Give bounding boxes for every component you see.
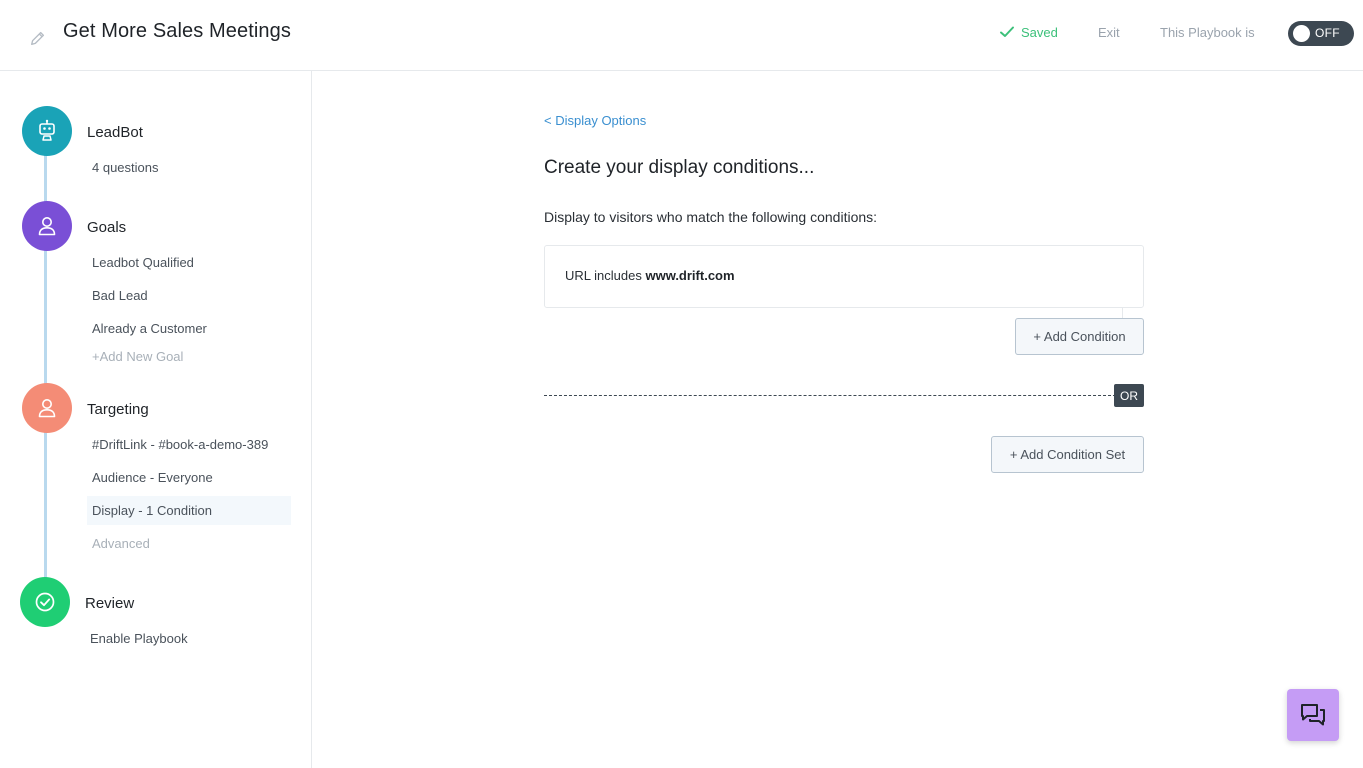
step-review-circle[interactable] <box>20 577 70 627</box>
conditions-description: Display to visitors who match the follow… <box>544 209 878 225</box>
step-goals-circle[interactable] <box>22 201 72 251</box>
pencil-icon[interactable] <box>29 29 47 47</box>
add-new-goal-link[interactable]: +Add New Goal <box>92 349 183 364</box>
step-title-review[interactable]: Review <box>85 595 134 612</box>
page-heading: Create your display conditions... <box>544 157 815 178</box>
connector-line <box>1122 308 1123 318</box>
playbook-status-label: This Playbook is <box>1160 25 1255 40</box>
or-badge: OR <box>1114 384 1144 407</box>
playbook-title[interactable]: Get More Sales Meetings <box>63 20 291 43</box>
exit-link[interactable]: Exit <box>1098 25 1120 40</box>
back-to-display-options-link[interactable]: < Display Options <box>544 113 646 128</box>
chat-launcher-button[interactable] <box>1287 689 1339 741</box>
step-item-advanced[interactable]: Advanced <box>92 536 150 551</box>
condition-text: URL includes www.drift.com <box>565 268 735 283</box>
step-item-driftlink[interactable]: #DriftLink - #book-a-demo-389 <box>92 437 268 452</box>
chat-bubbles-icon <box>1301 704 1325 726</box>
playbook-toggle[interactable]: OFF <box>1288 21 1354 46</box>
timeline-line <box>44 126 47 606</box>
saved-status: Saved <box>999 24 1058 40</box>
step-title-targeting[interactable]: Targeting <box>87 401 149 418</box>
saved-label: Saved <box>1021 24 1058 40</box>
add-condition-set-button[interactable]: + Add Condition Set <box>991 436 1144 473</box>
condition-row[interactable]: URL includes www.drift.com <box>544 245 1144 308</box>
step-item-goal-leadbot-qualified[interactable]: Leadbot Qualified <box>92 255 194 270</box>
step-item-leadbot-questions[interactable]: 4 questions <box>92 160 159 175</box>
step-item-enable-playbook[interactable]: Enable Playbook <box>90 631 188 646</box>
user-icon <box>38 217 56 236</box>
or-divider-line <box>544 395 1116 396</box>
toggle-label: OFF <box>1315 26 1340 40</box>
robot-icon <box>39 119 55 141</box>
top-header: Get More Sales Meetings Saved Exit This … <box>0 0 1363 71</box>
step-targeting-circle[interactable] <box>22 383 72 433</box>
step-title-goals[interactable]: Goals <box>87 219 126 236</box>
step-item-goal-bad-lead[interactable]: Bad Lead <box>92 288 148 303</box>
step-item-display-active[interactable]: Display - 1 Condition <box>87 496 291 525</box>
condition-value: www.drift.com <box>645 268 735 283</box>
step-leadbot-circle[interactable] <box>22 106 72 156</box>
add-condition-button[interactable]: + Add Condition <box>1015 318 1144 355</box>
toggle-knob <box>1293 25 1310 42</box>
check-icon <box>1000 26 1014 37</box>
check-circle-icon <box>35 592 55 612</box>
step-title-leadbot[interactable]: LeadBot <box>87 124 143 141</box>
playbook-steps-sidebar: LeadBot 4 questions Goals Leadbot Qualif… <box>0 71 312 768</box>
user-icon <box>38 399 56 418</box>
condition-prefix: URL includes <box>565 268 642 283</box>
step-item-goal-already-customer[interactable]: Already a Customer <box>92 321 207 336</box>
step-item-audience[interactable]: Audience - Everyone <box>92 470 213 485</box>
